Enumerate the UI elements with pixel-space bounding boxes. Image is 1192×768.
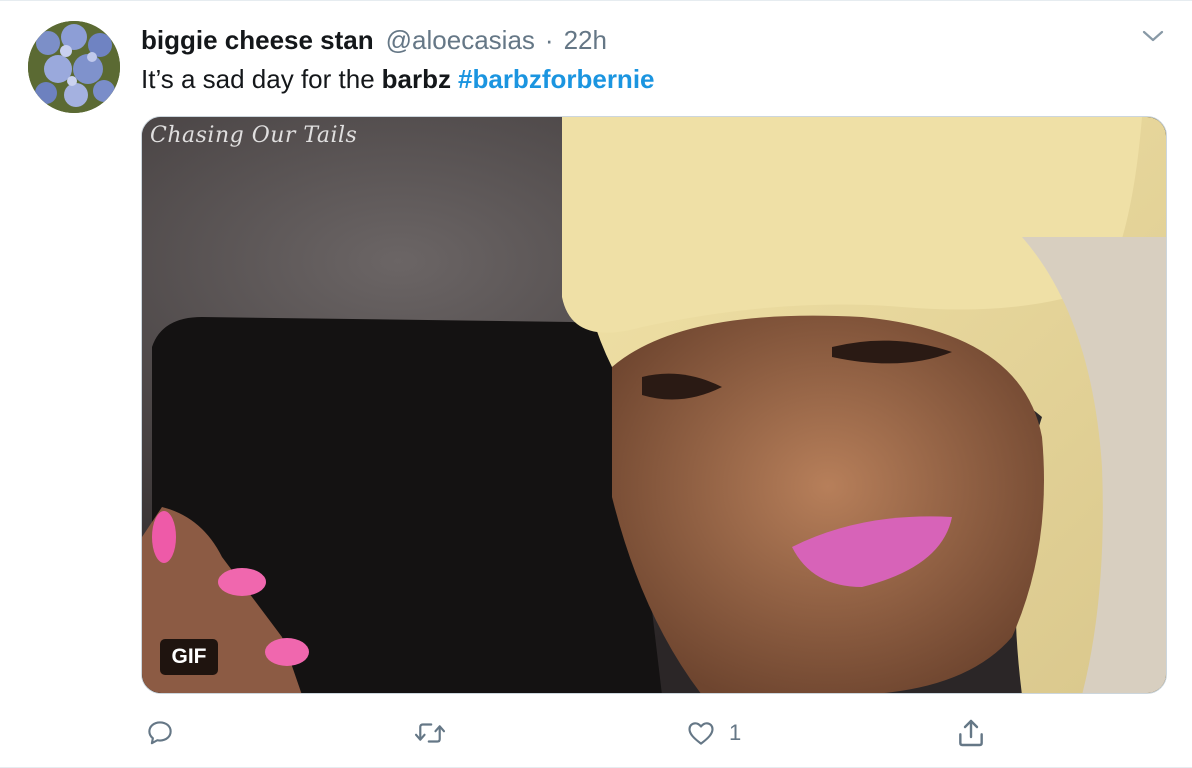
gif-media[interactable]: Chasing Our Tails GIF (141, 116, 1167, 694)
user-handle[interactable]: @aloecasias (386, 25, 535, 56)
share-icon (955, 717, 987, 749)
share-button[interactable] (955, 713, 999, 753)
retweet-button[interactable] (413, 713, 459, 753)
chevron-down-icon (1141, 24, 1165, 53)
avatar[interactable] (28, 21, 120, 113)
gif-badge: GIF (160, 639, 218, 675)
display-name[interactable]: biggie cheese stan (141, 25, 374, 56)
heart-icon (685, 718, 717, 748)
like-count: 1 (729, 720, 742, 745)
tweet-text-bold: barbz (381, 63, 452, 94)
timestamp[interactable]: 22h (564, 25, 607, 56)
tweet-actions: 1 (141, 713, 1041, 753)
tweet[interactable]: biggie cheese stan @aloecasias · 22h It’… (0, 0, 1192, 768)
tweet-header: biggie cheese stan @aloecasias · 22h (141, 23, 607, 57)
hashtag-link[interactable]: #barbzforbernie (458, 64, 655, 95)
tweet-text: It’s a sad day for the barbz #barbzforbe… (141, 62, 655, 96)
separator-dot: · (544, 24, 554, 55)
reply-icon (145, 718, 175, 748)
like-button[interactable]: 1 (685, 713, 741, 753)
watermark-text: Chasing Our Tails (150, 123, 358, 148)
retweet-icon (413, 718, 447, 748)
tweet-text-plain: It’s a sad day for the (141, 63, 375, 94)
reply-button[interactable] (145, 713, 187, 753)
more-options-button[interactable] (1138, 23, 1168, 53)
gif-frame (142, 117, 1166, 693)
